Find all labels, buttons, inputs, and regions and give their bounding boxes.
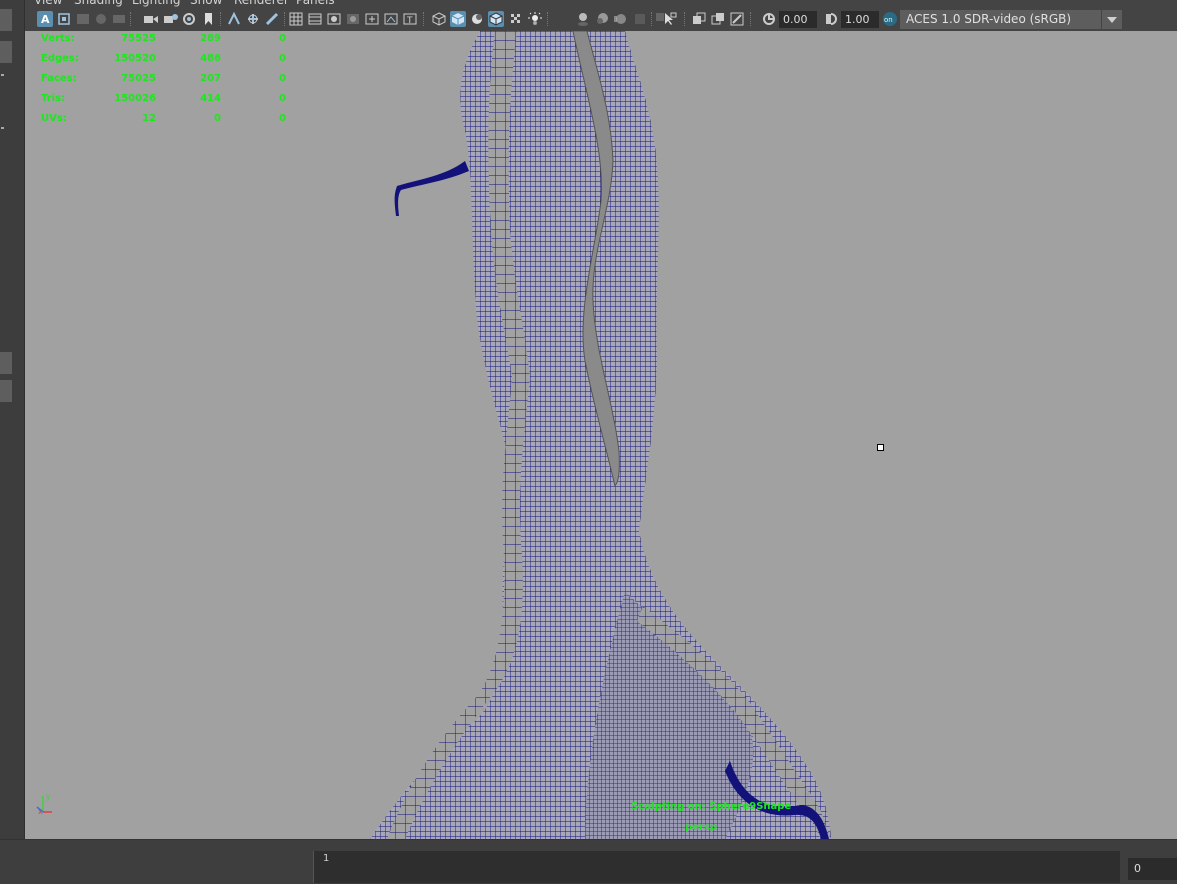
panel-menu-bar: View Shading Lighting Show Renderer Pane… — [0, 0, 1177, 8]
gate-icon[interactable] — [326, 11, 342, 27]
tool-tab[interactable] — [0, 380, 12, 402]
color-management-icon[interactable]: on — [882, 11, 898, 27]
hud-faces-comp: 0 — [279, 73, 286, 84]
hud-edges-total: 150520 — [114, 53, 156, 64]
tool-tab[interactable] — [0, 41, 12, 63]
text-title-icon[interactable]: T — [402, 11, 418, 27]
image-plane-icon[interactable] — [93, 11, 109, 27]
hud-tris-total: 150026 — [114, 93, 156, 104]
hud-verts-label: Verts: — [41, 33, 75, 44]
isolate-select-icon[interactable] — [662, 11, 678, 27]
toolbar-separator — [130, 12, 133, 26]
shadows-icon[interactable] — [575, 11, 591, 27]
2d-pan-zoom-icon[interactable] — [111, 11, 127, 27]
field-chart-grid-icon[interactable] — [364, 11, 380, 27]
mesh-wireframe: y x — [36, 31, 831, 839]
tool-tab[interactable] — [0, 9, 12, 31]
xray-components-icon[interactable] — [729, 11, 745, 27]
time-slider[interactable]: 1 — [313, 851, 1120, 883]
toolbar-separator — [220, 12, 223, 26]
bookmark-icon[interactable] — [75, 11, 91, 27]
default-material-icon[interactable] — [469, 11, 485, 27]
hud-uvs-label: UVs: — [41, 113, 67, 124]
sculpting-status: Sculpting on: Sphere9Shape — [631, 801, 792, 812]
svg-text:A: A — [41, 13, 50, 26]
hud-tris-selected: 414 — [200, 93, 221, 104]
camera-attributes-icon[interactable] — [56, 11, 72, 27]
select-camera-icon[interactable]: A — [37, 11, 53, 27]
hud-tris-label: Tris: — [41, 93, 66, 104]
cursor-marker — [877, 444, 884, 451]
axis-gizmo: y x — [36, 792, 52, 816]
hud-verts-total: 75525 — [121, 33, 156, 44]
gate-mask-icon[interactable] — [201, 11, 217, 27]
camera-icon[interactable] — [143, 11, 159, 27]
menu-renderer[interactable]: Renderer — [234, 0, 289, 8]
axis-y-label: y — [46, 792, 51, 801]
tool-tick — [1, 127, 4, 129]
xray-icon[interactable] — [691, 11, 707, 27]
resolution-icon[interactable] — [345, 11, 361, 27]
hud-tris-comp: 0 — [279, 93, 286, 104]
axis-x-label: x — [38, 807, 43, 816]
toolbar-separator — [651, 12, 654, 26]
gamma-icon[interactable] — [823, 11, 839, 27]
menu-shading[interactable]: Shading — [74, 0, 123, 8]
toolbar-separator — [750, 12, 753, 26]
hud-edges-selected: 486 — [200, 53, 221, 64]
toolbar-separator — [684, 12, 687, 26]
hud-edges-label: Edges: — [41, 53, 79, 64]
exposure-icon[interactable] — [761, 11, 777, 27]
mesh-hair-strand — [394, 161, 469, 216]
time-slider-start-frame: 1 — [323, 853, 330, 864]
field-chart-icon[interactable] — [226, 11, 242, 27]
hud-verts-comp: 0 — [279, 33, 286, 44]
anti-aliasing-icon[interactable] — [632, 11, 648, 27]
textured-icon[interactable] — [508, 11, 524, 27]
exposure-field[interactable]: 0.00 — [779, 11, 817, 28]
film-strip-icon[interactable] — [307, 11, 323, 27]
left-tool-strip — [0, 0, 25, 843]
svg-text:on: on — [884, 16, 893, 24]
wireframe-on-shaded-icon[interactable] — [488, 11, 504, 27]
grid-icon[interactable] — [288, 11, 304, 27]
xray-joints-icon[interactable] — [710, 11, 726, 27]
chevron-down-icon[interactable] — [1102, 10, 1122, 29]
hud-faces-selected: 207 — [200, 73, 221, 84]
menu-lighting[interactable]: Lighting — [132, 0, 181, 8]
resolution-gate-icon[interactable] — [181, 11, 197, 27]
toolbar-separator — [547, 12, 550, 26]
safe-frame-icon[interactable] — [383, 11, 399, 27]
gamma-field[interactable]: 1.00 — [841, 11, 879, 28]
safe-title-icon[interactable] — [264, 11, 280, 27]
toolbar-separator — [284, 12, 287, 26]
tool-tick — [1, 74, 4, 76]
hud-uvs-comp: 0 — [279, 113, 286, 124]
hud-faces-label: Faces: — [41, 73, 77, 84]
svg-text:T: T — [406, 16, 413, 26]
smooth-shade-icon[interactable] — [450, 11, 466, 27]
camera-name: persp — [685, 822, 717, 833]
menu-show[interactable]: Show — [190, 0, 222, 8]
color-space-select[interactable]: ACES 1.0 SDR-video (sRGB) — [900, 10, 1101, 29]
hud-edges-comp: 0 — [279, 53, 286, 64]
menu-view[interactable]: View — [34, 0, 62, 8]
hud-faces-total: 75025 — [121, 73, 156, 84]
hud-uvs-selected: 0 — [214, 113, 221, 124]
perspective-viewport[interactable]: y x Verts: 75525 289 0 Edges: 150520 486… — [25, 31, 1177, 839]
motion-blur-icon[interactable] — [613, 11, 629, 27]
use-lights-icon[interactable] — [527, 11, 543, 27]
panel-toolbar: A T 0.00 1.00 on ACES 1.0 SDR-video (sRG… — [26, 9, 1177, 31]
wireframe-icon[interactable] — [431, 11, 447, 27]
film-gate-icon[interactable] — [163, 11, 179, 27]
toolbar-separator — [423, 12, 426, 26]
current-frame-field[interactable]: 0 — [1128, 858, 1177, 880]
hud-uvs-total: 12 — [142, 113, 156, 124]
hud-verts-selected: 289 — [200, 33, 221, 44]
menu-panels[interactable]: Panels — [296, 0, 335, 8]
ambient-occlusion-icon[interactable] — [594, 11, 610, 27]
safe-action-icon[interactable] — [245, 11, 261, 27]
tool-tab[interactable] — [0, 352, 12, 374]
